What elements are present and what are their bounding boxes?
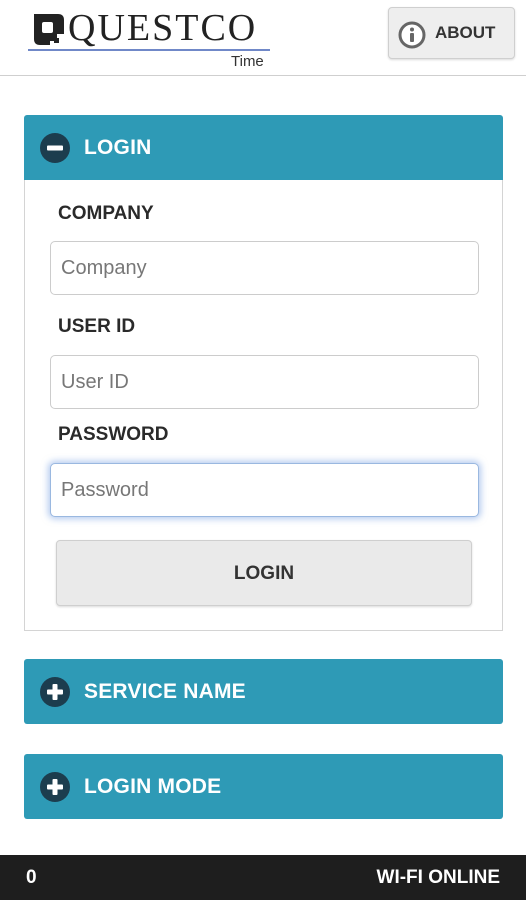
login-button-label: LOGIN xyxy=(233,563,295,584)
plus-circle-icon xyxy=(40,772,70,802)
password-label: PASSWORD xyxy=(58,424,169,445)
login-button[interactable]: LOGIN xyxy=(56,540,472,606)
pending-count: 0 xyxy=(26,867,37,888)
login-mode-panel-title: LOGIN MODE xyxy=(84,775,222,798)
logo-underline xyxy=(28,49,270,51)
plus-circle-icon xyxy=(40,677,70,707)
password-input[interactable] xyxy=(50,463,479,517)
connection-status: WI-FI ONLINE xyxy=(376,867,500,888)
login-panel-title: LOGIN xyxy=(84,136,152,159)
company-input[interactable] xyxy=(50,241,479,295)
logo-mark-icon xyxy=(34,14,64,45)
questco-logo: QUESTCO Time xyxy=(28,6,272,72)
login-form: COMPANY USER ID PASSWORD LOGIN xyxy=(24,180,503,631)
logo-text: QUESTCO xyxy=(68,7,258,49)
status-bar: 0 WI-FI ONLINE xyxy=(0,855,526,900)
info-icon xyxy=(398,21,426,49)
about-label: ABOUT xyxy=(435,23,496,42)
company-label: COMPANY xyxy=(58,203,154,224)
app-header: QUESTCO Time ABOUT xyxy=(0,0,526,76)
service-name-panel-title: SERVICE NAME xyxy=(84,680,246,703)
about-button[interactable]: ABOUT xyxy=(388,7,515,59)
service-name-panel-header[interactable]: SERVICE NAME xyxy=(24,659,503,724)
logo-subtitle: Time xyxy=(231,53,264,70)
minus-circle-icon xyxy=(40,133,70,163)
user-id-input[interactable] xyxy=(50,355,479,409)
user-id-label: USER ID xyxy=(58,316,136,337)
login-panel-header[interactable]: LOGIN xyxy=(24,115,503,180)
login-mode-panel-header[interactable]: LOGIN MODE xyxy=(24,754,503,819)
